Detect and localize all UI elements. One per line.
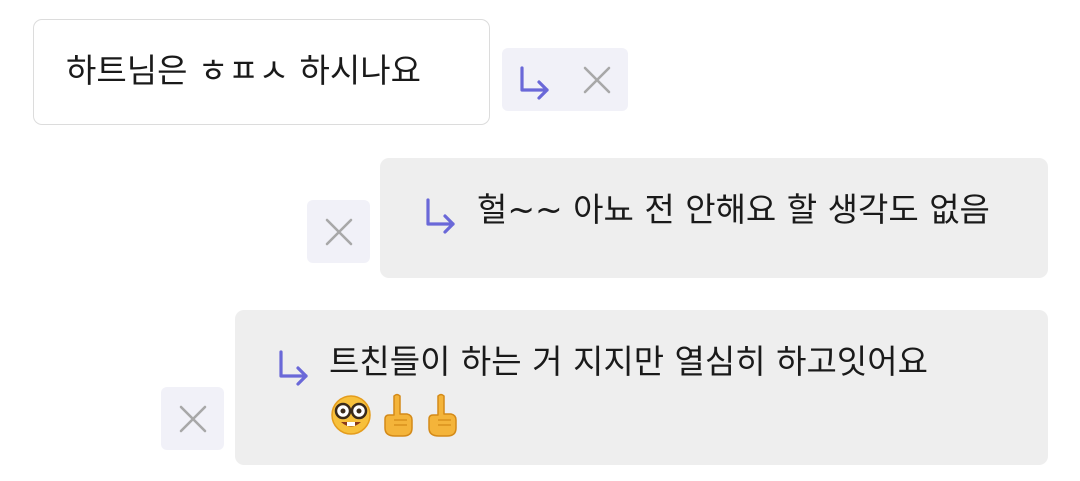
root-comment-text: 하트님은 ㅎㅍㅅ 하시나요 xyxy=(66,51,421,90)
reply-arrow-icon xyxy=(273,344,313,388)
reply-1-bubble: 헐~~ 아뇨 전 안해요 할 생각도 없음 xyxy=(380,158,1048,278)
reply-2-emojis xyxy=(329,390,461,440)
root-comment-actions xyxy=(502,48,628,111)
reply-2-text: 트친들이 하는 거 지지만 열심히 하고잇어요 xyxy=(329,342,928,381)
reply-2-close-button[interactable] xyxy=(161,387,224,450)
pointing-up-emoji xyxy=(428,393,457,437)
reply-1-text: 헐~~ 아뇨 전 안해요 할 생각도 없음 xyxy=(477,190,990,229)
reply-2-bubble: 트친들이 하는 거 지지만 열심히 하고잇어요 xyxy=(235,310,1048,465)
nerd-face-emoji xyxy=(331,395,371,435)
close-icon xyxy=(179,405,206,432)
close-icon xyxy=(325,218,352,245)
reply-arrow-icon[interactable] xyxy=(502,48,565,111)
reply-arrow-icon xyxy=(420,192,460,236)
pointing-up-emoji xyxy=(384,393,413,437)
reply-1-close-button[interactable] xyxy=(307,200,370,263)
close-icon[interactable] xyxy=(565,48,628,111)
root-comment-bubble: 하트님은 ㅎㅍㅅ 하시나요 xyxy=(33,19,490,125)
